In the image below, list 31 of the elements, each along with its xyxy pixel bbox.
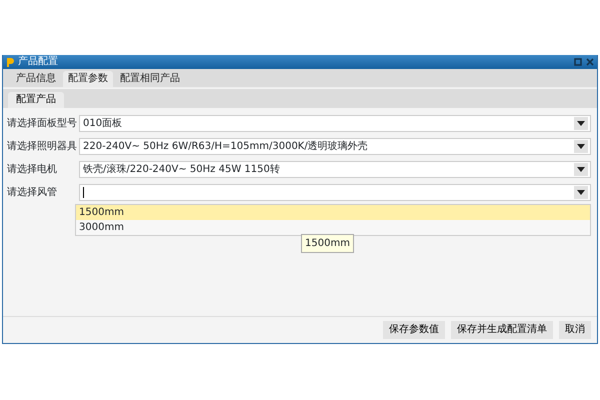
close-icon[interactable] — [586, 58, 594, 66]
dropdown-button[interactable] — [574, 163, 588, 176]
field-label: 请选择照明器具 — [7, 140, 78, 154]
select-field[interactable]: 220-240V~ 50Hz 6W/R63/H=105mm/3000K/透明玻璃外壳 — [79, 138, 591, 155]
select-field[interactable] — [79, 184, 591, 201]
dropdown-button[interactable] — [574, 186, 588, 199]
tab[interactable]: 配置产品 — [8, 92, 64, 108]
tooltip: 1500mm — [301, 234, 354, 253]
field-label: 请选择面板型号 — [7, 116, 78, 131]
text-cursor — [83, 187, 84, 198]
tab[interactable]: 产品信息 — [11, 71, 61, 87]
caret-icon — [577, 190, 585, 195]
app-logo-icon — [6, 57, 15, 67]
dropdown-option[interactable]: 3000mm — [76, 220, 590, 235]
dialog-button[interactable]: 保存参数值 — [383, 321, 445, 339]
field-label: 请选择风管 — [7, 186, 58, 200]
dropdown-button[interactable] — [574, 117, 588, 130]
dropdown-option[interactable]: 1500mm — [76, 205, 590, 220]
tab[interactable]: 配置参数 — [63, 71, 113, 87]
tab[interactable]: 配置相同产品 — [115, 71, 185, 87]
dialog-button[interactable]: 取消 — [559, 321, 591, 339]
window-title: 产品配置 — [18, 57, 58, 67]
dropdown-button[interactable] — [574, 140, 588, 153]
caret-icon — [577, 144, 585, 149]
select-field[interactable]: 010面板 — [79, 115, 591, 132]
caret-icon — [577, 167, 585, 172]
caret-icon — [577, 121, 585, 126]
select-field[interactable]: 铁壳/滚珠/220-240V~ 50Hz 45W 1150转 — [79, 161, 591, 178]
maximize-icon[interactable] — [574, 58, 582, 66]
field-label: 请选择电机 — [7, 162, 58, 177]
dialog-button[interactable]: 保存并生成配置清单 — [451, 321, 553, 339]
